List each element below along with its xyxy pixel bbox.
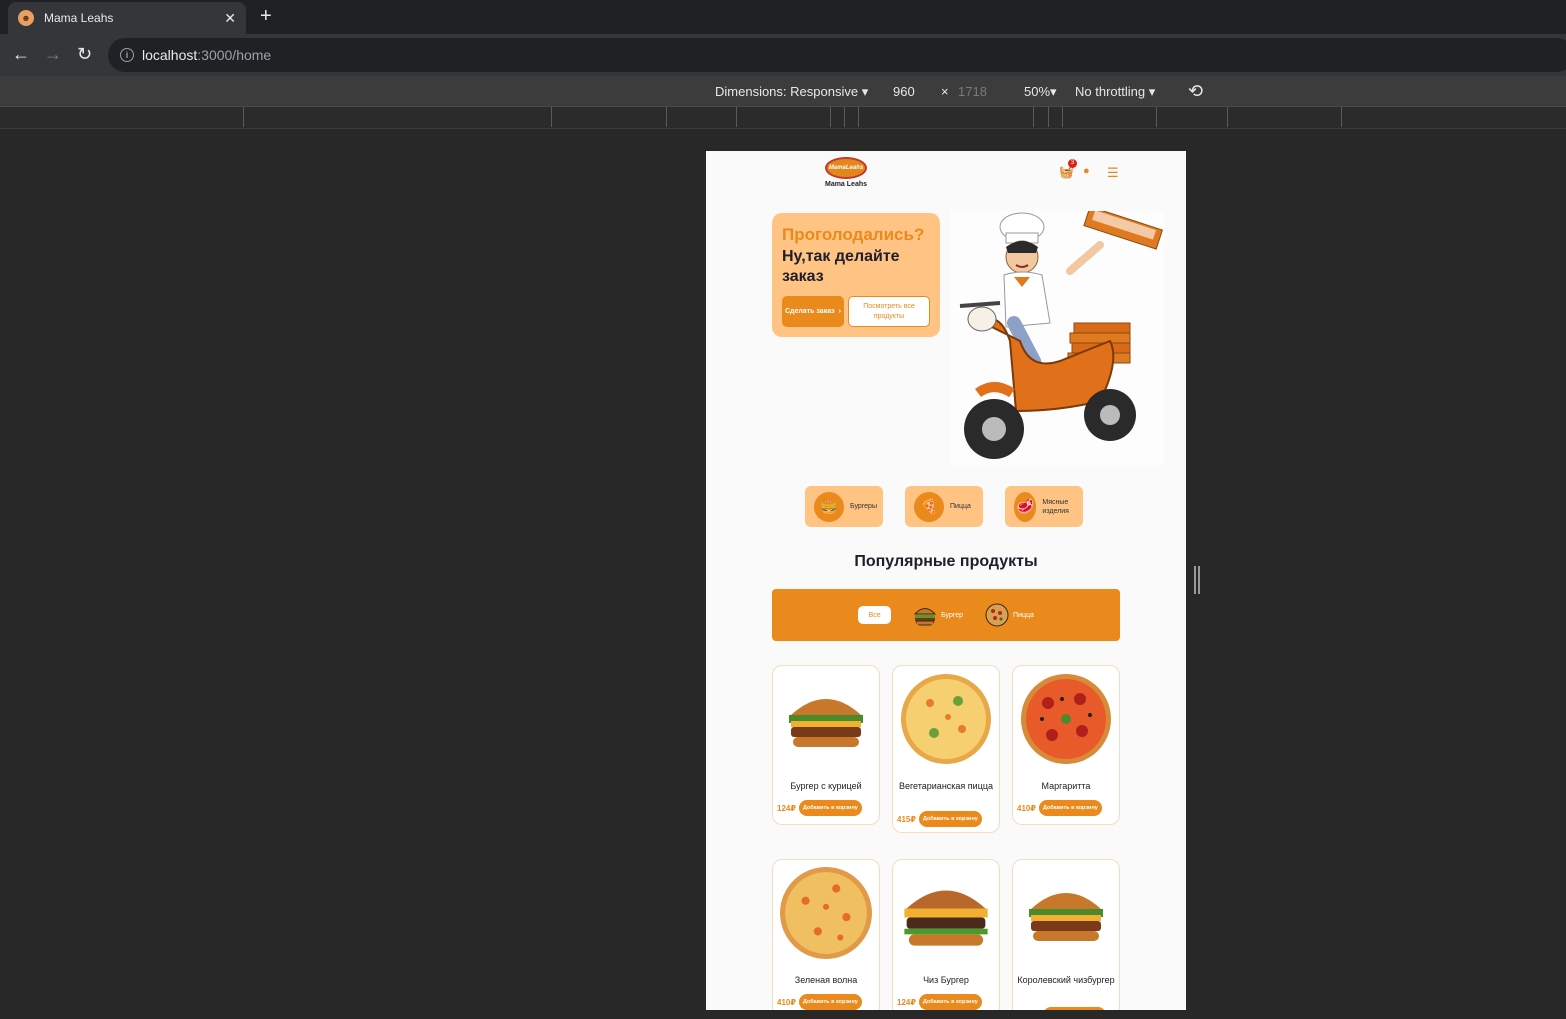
category-meat[interactable]: 🥩 Мясные изделия [1005, 486, 1083, 527]
delivery-scooter-illustration [950, 211, 1164, 465]
product-name: Зеленая волна [794, 975, 858, 985]
tab-strip: ☻ Mama Leahs ✕ + [0, 0, 1566, 34]
product-price: 124₽ [897, 997, 916, 1007]
address-bar[interactable]: i localhost :3000/home [108, 38, 1566, 72]
browser-toolbar: ← → ↻ i localhost :3000/home [0, 34, 1566, 76]
burger-icon: 🍔 [814, 491, 844, 522]
url-host: localhost [142, 47, 198, 63]
menu-icon[interactable]: ☰ [1107, 165, 1119, 181]
order-button-label: Сделать заказ [785, 307, 835, 315]
product-filter-bar: Все Бургер Пицца [772, 589, 1120, 641]
product-price: 410₽ [777, 997, 796, 1007]
product-name: Чиз Бургер [923, 975, 969, 985]
category-pizza[interactable]: 🍕 Пицца [905, 486, 983, 527]
all-products-button[interactable]: Посмотреть все продукты [848, 296, 930, 327]
zoom-dropdown[interactable]: 50%▾ [1024, 84, 1057, 100]
product-card[interactable]: Зеленая волна 410₽ Добавить в корзину [772, 859, 880, 1010]
category-label: Пицца [950, 503, 971, 510]
url-path: :3000/home [197, 47, 272, 63]
device-toolbar: Dimensions: Responsive ▾ 960 × 1718 50%▾… [0, 76, 1566, 107]
logo-text: Mama Leahs [824, 181, 868, 188]
dimensions-label: Dimensions: Responsive [715, 84, 859, 99]
add-to-cart-button[interactable]: Добавить в корзину [1043, 1007, 1106, 1010]
product-image [899, 866, 993, 960]
filter-all-button[interactable]: Все [858, 606, 892, 624]
hero-subtitle: Ну,так делайте заказ [782, 248, 900, 285]
zoom-label: 50% [1024, 84, 1051, 99]
dimension-separator: × [941, 84, 949, 99]
product-name: Бургер с курицей [790, 781, 862, 791]
site-info-icon[interactable]: i [120, 48, 134, 62]
add-to-cart-button[interactable]: Добавить в корзину [918, 811, 982, 827]
filter-pizza-button[interactable]: Пицца [985, 603, 1034, 627]
popular-products-title: Популярные продукты [854, 553, 1038, 570]
media-query-ruler [0, 107, 1566, 129]
forward-arrow-icon[interactable]: → [44, 44, 62, 64]
cart-count-badge: 3 [1068, 159, 1077, 168]
caret-down-icon: ▾ [861, 84, 869, 99]
add-to-cart-button[interactable]: Добавить в корзину [1038, 800, 1102, 816]
category-label: Бургеры [850, 503, 877, 510]
product-image [779, 866, 873, 960]
width-input[interactable]: 960 [893, 84, 915, 99]
site-favicon-icon: ☻ [18, 10, 34, 26]
new-tab-icon[interactable]: + [260, 6, 272, 26]
viewport-resize-handle[interactable] [1194, 566, 1200, 594]
product-name: Вегетарианская пицца [898, 781, 994, 791]
logo-badge: MamaLeahs [825, 157, 867, 179]
close-tab-icon[interactable]: ✕ [224, 10, 236, 27]
product-card[interactable]: Чиз Бургер 124₽ Добавить в корзину [892, 859, 1000, 1010]
dimensions-dropdown[interactable]: Dimensions: Responsive ▾ [715, 84, 868, 100]
throttling-label: No throttling [1075, 84, 1146, 99]
hero-card: Проголодались? Ну,так делайте заказ Сдел… [772, 213, 940, 337]
caret-down-icon: ▾ [1148, 84, 1156, 99]
product-image [899, 672, 993, 766]
filter-burger-button[interactable]: Бургер [913, 603, 963, 627]
filter-pizza-label: Пицца [1013, 611, 1034, 619]
add-to-cart-button[interactable]: Добавить в корзину [798, 800, 862, 816]
meat-icon: 🥩 [1014, 491, 1037, 522]
reload-icon[interactable]: ↻ [77, 44, 92, 64]
emulated-viewport: MamaLeahs Mama Leahs 🧺 3 ● ☰ Проголодали… [706, 151, 1186, 1010]
filter-burger-label: Бургер [941, 611, 964, 619]
product-image [1019, 672, 1113, 766]
chevron-right-icon: › [838, 307, 841, 315]
hero-question: Проголодались? [782, 225, 925, 244]
burger-icon [913, 608, 937, 626]
product-card[interactable]: Королевский чизбургер Добавить в корзину [1012, 859, 1120, 1010]
user-icon[interactable]: ● [1083, 165, 1090, 177]
add-to-cart-button[interactable]: Добавить в корзину [918, 994, 982, 1010]
add-to-cart-button[interactable]: Добавить в корзину [798, 994, 862, 1010]
product-price: 415₽ [897, 814, 916, 824]
site-logo[interactable]: MamaLeahs Mama Leahs [822, 157, 870, 188]
category-list: 🍔 Бургеры 🍕 Пицца 🥩 Мясные изделия [805, 486, 1083, 527]
throttling-dropdown[interactable]: No throttling ▾ [1075, 84, 1155, 100]
product-name: Маргаритта [1041, 781, 1091, 791]
category-label: Мясные изделия [1042, 498, 1069, 515]
site-header: MamaLeahs Mama Leahs 🧺 3 ● ☰ [706, 151, 1186, 197]
height-input[interactable]: 1718 [958, 84, 987, 99]
product-name: Королевский чизбургер [1017, 975, 1115, 985]
product-price: 124₽ [777, 803, 796, 813]
product-card[interactable]: Бургер с курицей 124₽ Добавить в корзину [772, 665, 880, 825]
pizza-icon [985, 603, 1009, 627]
category-burgers[interactable]: 🍔 Бургеры [805, 486, 883, 527]
pizza-icon: 🍕 [914, 491, 944, 522]
order-button[interactable]: Сделать заказ › [782, 296, 844, 327]
browser-tab[interactable]: ☻ Mama Leahs ✕ [8, 2, 246, 34]
product-card[interactable]: Вегетарианская пицца 415₽ Добавить в корз… [892, 665, 1000, 833]
rotate-icon[interactable]: ⟲ [1188, 81, 1203, 102]
back-arrow-icon[interactable]: ← [12, 44, 30, 64]
product-card[interactable]: Маргаритта 410₽ Добавить в корзину [1012, 665, 1120, 825]
product-image [1019, 866, 1113, 960]
product-image [779, 672, 873, 766]
tab-title: Mama Leahs [44, 11, 114, 25]
caret-down-icon: ▾ [1050, 84, 1057, 99]
product-price: 410₽ [1017, 803, 1036, 813]
